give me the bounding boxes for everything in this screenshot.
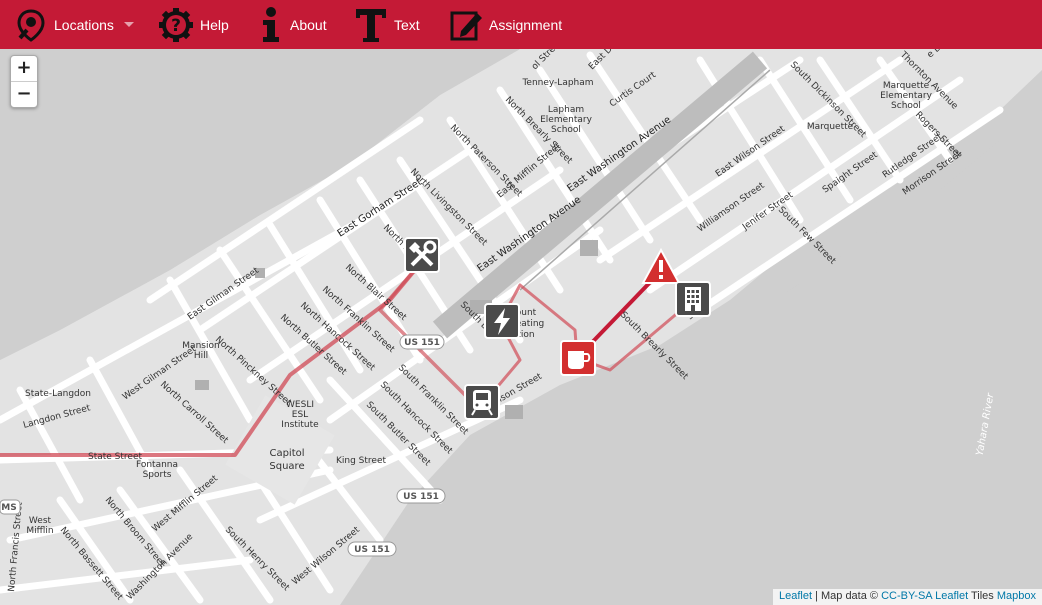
place-label: School: [891, 101, 921, 111]
place-label: School: [551, 125, 581, 135]
nav-text[interactable]: Text: [354, 0, 420, 49]
place-label: Square: [269, 461, 304, 472]
svg-text:?: ?: [171, 16, 181, 36]
nav-locations-label: Locations: [54, 16, 114, 33]
nav-text-label: Text: [394, 16, 420, 33]
nav-about-label: About: [290, 16, 327, 33]
svg-text:US 151: US 151: [403, 492, 439, 502]
attribution-text: | Map data ©: [812, 590, 882, 602]
marker-coffee[interactable]: [560, 340, 596, 376]
zoom-in-button[interactable]: +: [11, 56, 37, 81]
zoom-control: + −: [10, 55, 38, 108]
map-attribution: Leaflet | Map data © CC-BY-SA Leaflet Ti…: [772, 589, 1042, 605]
nav-assignment[interactable]: Assignment: [449, 0, 562, 49]
place-label: Marquette: [883, 81, 930, 91]
nav-help-label: Help: [200, 16, 229, 33]
marker-tools[interactable]: [404, 237, 440, 273]
tiles-text: Tiles: [968, 590, 997, 602]
nav-locations[interactable]: Locations: [14, 0, 134, 49]
marker-power[interactable]: [484, 303, 520, 339]
route-shield-ms: MS: [0, 499, 21, 515]
marker-building[interactable]: [675, 281, 711, 317]
zoom-out-button[interactable]: −: [11, 81, 37, 107]
place-label: WESLI: [286, 400, 314, 410]
svg-text:US 151: US 151: [404, 338, 440, 348]
map-canvas[interactable]: East Gorham Street East Washington Avenu…: [0, 49, 1042, 605]
marker-train[interactable]: [464, 384, 500, 420]
place-label: Tenney-Lapham: [521, 78, 593, 88]
tools-icon: [409, 240, 437, 267]
mapbox-link[interactable]: Mapbox: [997, 590, 1036, 602]
lightning-bolt-icon: [494, 308, 510, 335]
info-icon: [263, 6, 279, 42]
route-shield-us151: US 151: [396, 488, 446, 504]
map-pin-icon: [17, 8, 45, 42]
building-icon: [685, 287, 701, 311]
edit-pencil-icon: [450, 11, 482, 40]
leaflet-link-2[interactable]: Leaflet: [935, 590, 968, 602]
street-label: King Street: [336, 456, 386, 466]
place-label: Sports: [143, 470, 172, 480]
place-label: Lapham: [548, 105, 584, 115]
place-label: Elementary: [880, 91, 932, 101]
route-shield-us151: US 151: [347, 541, 397, 557]
place-label: eating: [516, 319, 545, 329]
place-label: ESL: [292, 410, 308, 420]
warning-triangle-icon: [641, 248, 681, 284]
map-svg: East Gorham Street East Washington Avenu…: [0, 49, 1042, 605]
route-shield-us151: US 151: [399, 334, 445, 350]
text-t-icon: [356, 8, 386, 42]
place-label: Elementary: [540, 115, 592, 125]
place-label: Mansion: [182, 341, 219, 351]
place-label: Capitol: [269, 448, 304, 459]
nav-about[interactable]: About: [258, 0, 327, 49]
place-label: Marquette: [807, 122, 854, 132]
place-label: Fontanna: [136, 460, 178, 470]
cc-by-sa-link[interactable]: CC-BY-SA: [881, 590, 932, 602]
help-gear-icon: ?: [159, 7, 193, 42]
place-label: State-Langdon: [25, 389, 91, 399]
top-navbar: Locations ? Help About Text Assignment: [0, 0, 1042, 49]
leaflet-link[interactable]: Leaflet: [779, 590, 812, 602]
train-icon: [471, 390, 493, 416]
place-label: West: [29, 516, 52, 526]
marker-warning[interactable]: [641, 248, 681, 286]
street-label: State Street: [88, 452, 143, 462]
chevron-down-icon: [123, 22, 134, 27]
svg-text:MS: MS: [1, 503, 16, 513]
nav-help[interactable]: ? Help: [158, 0, 229, 49]
place-label: Hill: [194, 351, 208, 361]
svg-text:US 151: US 151: [354, 545, 390, 555]
place-label: Institute: [281, 420, 319, 430]
nav-assignment-label: Assignment: [489, 16, 563, 33]
coffee-cup-icon: [568, 351, 591, 369]
place-label: Mifflin: [26, 526, 53, 536]
